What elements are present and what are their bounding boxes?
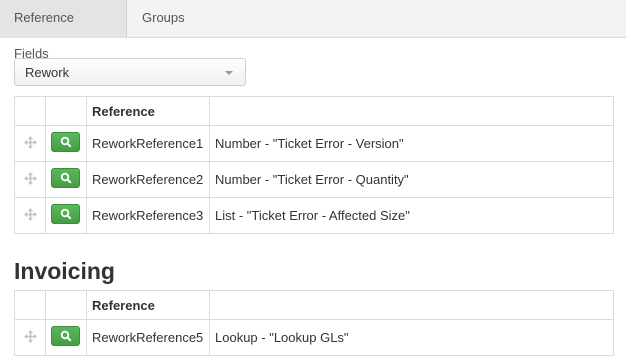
description-cell: List - "Ticket Error - Affected Size"	[209, 197, 614, 234]
column-header-reference: Reference	[86, 290, 210, 320]
header-drag-cell	[14, 96, 46, 126]
caret-down-icon	[225, 71, 233, 75]
header-drag-cell	[14, 290, 46, 320]
header-button-cell	[45, 96, 87, 126]
column-header-reference: Reference	[86, 96, 210, 126]
reference-cell: ReworkReference3	[86, 197, 210, 234]
search-icon	[60, 208, 72, 220]
table-row: ReworkReference3 List - "Ticket Error - …	[14, 197, 614, 234]
rework-select[interactable]: Rework	[14, 58, 246, 86]
search-icon	[60, 330, 72, 342]
search-icon	[60, 172, 72, 184]
table-row: ReworkReference1 Number - "Ticket Error …	[14, 125, 614, 162]
reference-cell: ReworkReference1	[86, 125, 210, 162]
section-title-invoicing: Invoicing	[14, 258, 115, 284]
move-icon[interactable]	[24, 171, 37, 185]
reference-table: Reference ReworkReference1 Number - "Tic…	[14, 96, 614, 234]
tab-bar: Reference Fields Groups	[0, 0, 626, 61]
header-button-cell	[45, 290, 87, 320]
description-cell: Lookup - "Lookup GLs"	[209, 319, 614, 356]
move-icon[interactable]	[24, 329, 37, 343]
select-value: Rework	[25, 65, 70, 80]
search-button[interactable]	[51, 132, 80, 152]
search-button[interactable]	[51, 204, 80, 224]
search-button[interactable]	[51, 168, 80, 188]
table-header-row: Reference	[14, 290, 614, 320]
table-row: ReworkReference2 Number - "Ticket Error …	[14, 161, 614, 198]
reference-cell: ReworkReference5	[86, 319, 210, 356]
search-button[interactable]	[51, 326, 80, 346]
reference-cell: ReworkReference2	[86, 161, 210, 198]
move-icon[interactable]	[24, 135, 37, 149]
tab-reference-fields[interactable]: Reference Fields	[0, 0, 127, 61]
header-description-cell	[209, 96, 614, 126]
description-cell: Number - "Ticket Error - Quantity"	[209, 161, 614, 198]
tab-groups[interactable]: Groups	[128, 0, 199, 38]
search-icon	[60, 136, 72, 148]
table-header-row: Reference	[14, 96, 614, 126]
table-row: ReworkReference5 Lookup - "Lookup GLs"	[14, 319, 614, 356]
header-description-cell	[209, 290, 614, 320]
move-icon[interactable]	[24, 207, 37, 221]
invoicing-table: Reference ReworkReference5 Lookup - "Loo…	[14, 290, 614, 356]
description-cell: Number - "Ticket Error - Version"	[209, 125, 614, 162]
